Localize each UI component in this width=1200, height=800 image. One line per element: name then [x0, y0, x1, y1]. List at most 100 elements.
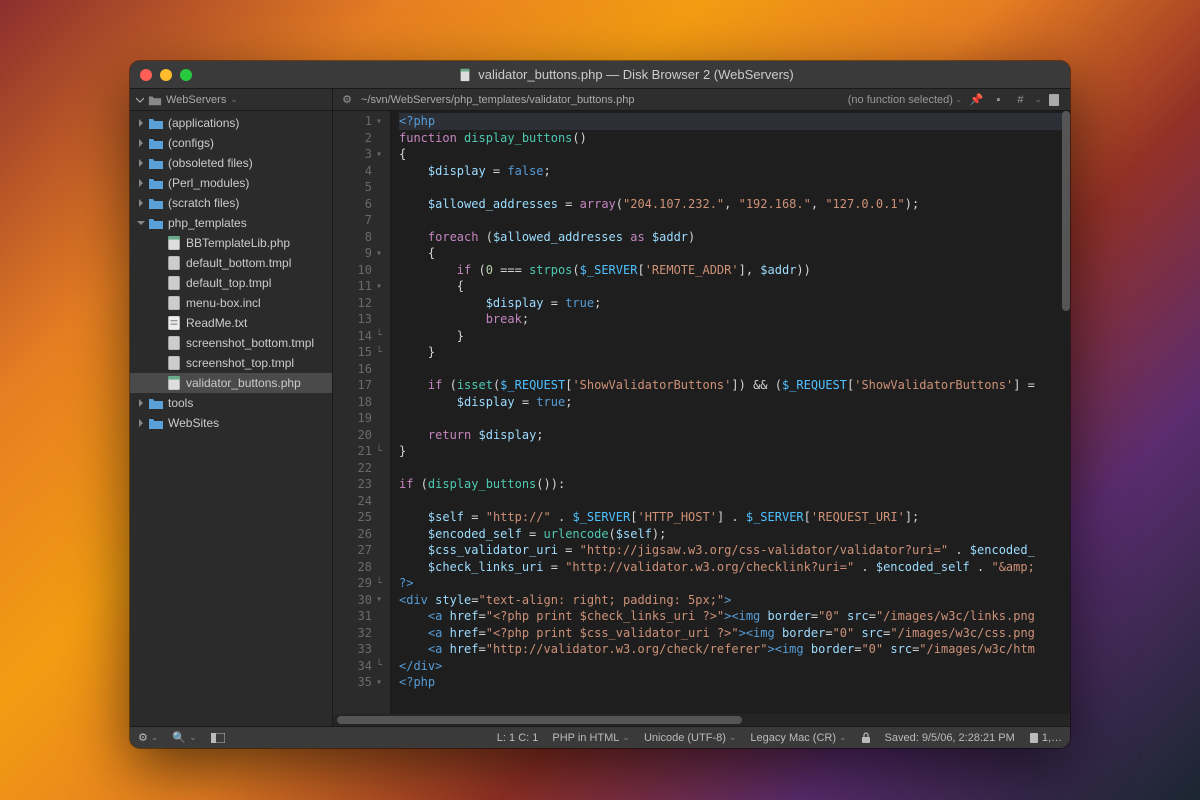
gutter-line[interactable]: 28: [333, 559, 390, 576]
gutter-line[interactable]: 20: [333, 427, 390, 444]
gutter-line[interactable]: 19: [333, 410, 390, 427]
gutter-line[interactable]: 27: [333, 542, 390, 559]
disclosure-triangle[interactable]: [152, 298, 162, 308]
minimize-button[interactable]: [160, 69, 172, 81]
fold-indicator[interactable]: ▾: [372, 677, 386, 688]
code-line[interactable]: }: [399, 344, 1070, 361]
code-line[interactable]: ?>: [399, 575, 1070, 592]
gutter-line[interactable]: 23: [333, 476, 390, 493]
gutter-line[interactable]: 21└: [333, 443, 390, 460]
lock-icon[interactable]: [861, 732, 871, 744]
gutter-line[interactable]: 8: [333, 229, 390, 246]
gutter-line[interactable]: 33: [333, 641, 390, 658]
code-line[interactable]: }: [399, 443, 1070, 460]
disclosure-triangle[interactable]: [152, 378, 162, 388]
file-item[interactable]: screenshot_top.tmpl: [130, 353, 332, 373]
file-item[interactable]: menu-box.incl: [130, 293, 332, 313]
disclosure-triangle[interactable]: [152, 318, 162, 328]
gutter-line[interactable]: 22: [333, 460, 390, 477]
horizontal-scrollbar[interactable]: [333, 714, 1070, 726]
folder-item[interactable]: (configs): [130, 133, 332, 153]
gutter-line[interactable]: 34└: [333, 658, 390, 675]
code-line[interactable]: $encoded_self = urlencode($self);: [399, 526, 1070, 543]
folder-item[interactable]: tools: [130, 393, 332, 413]
document-icon[interactable]: [1048, 93, 1064, 107]
disclosure-triangle[interactable]: [136, 138, 146, 148]
code-line[interactable]: </div>: [399, 658, 1070, 675]
code-line[interactable]: if (0 === strpos($_SERVER['REMOTE_ADDR']…: [399, 262, 1070, 279]
code-line[interactable]: }: [399, 328, 1070, 345]
gutter-line[interactable]: 9▾: [333, 245, 390, 262]
encoding-selector[interactable]: Unicode (UTF-8) ⌄: [644, 732, 736, 744]
gutter-line[interactable]: 12: [333, 295, 390, 312]
gutter-line[interactable]: 2: [333, 130, 390, 147]
gutter-line[interactable]: 13: [333, 311, 390, 328]
fold-indicator[interactable]: └: [372, 660, 386, 671]
code-line[interactable]: [399, 179, 1070, 196]
vertical-scrollbar[interactable]: [1062, 111, 1070, 311]
file-item[interactable]: validator_buttons.php: [130, 373, 332, 393]
gutter-line[interactable]: 7: [333, 212, 390, 229]
pin-icon[interactable]: 📌: [968, 93, 984, 106]
function-selector[interactable]: (no function selected) ⌄: [848, 94, 963, 106]
file-item[interactable]: default_top.tmpl: [130, 273, 332, 293]
close-button[interactable]: [140, 69, 152, 81]
gutter-line[interactable]: 4: [333, 163, 390, 180]
fold-indicator[interactable]: ▾: [372, 281, 386, 292]
code-line[interactable]: foreach ($allowed_addresses as $addr): [399, 229, 1070, 246]
gutter-line[interactable]: 16: [333, 361, 390, 378]
folder-item[interactable]: (Perl_modules): [130, 173, 332, 193]
fold-indicator[interactable]: ▾: [372, 594, 386, 605]
gutter-line[interactable]: 17: [333, 377, 390, 394]
code-line[interactable]: function display_buttons(): [399, 130, 1070, 147]
code-line[interactable]: <a href="http://validator.w3.org/check/r…: [399, 641, 1070, 658]
code-line[interactable]: <?php: [399, 113, 1070, 130]
folder-item[interactable]: WebSites: [130, 413, 332, 433]
file-item[interactable]: ReadMe.txt: [130, 313, 332, 333]
gutter-line[interactable]: 3▾: [333, 146, 390, 163]
disclosure-triangle[interactable]: [152, 258, 162, 268]
code-line[interactable]: [399, 460, 1070, 477]
code-line[interactable]: [399, 212, 1070, 229]
code-line[interactable]: <?php: [399, 674, 1070, 691]
search-icon[interactable]: 🔍 ⌄: [172, 731, 196, 744]
code-line[interactable]: $display = false;: [399, 163, 1070, 180]
disclosure-triangle[interactable]: [136, 118, 146, 128]
scrollbar-thumb[interactable]: [337, 716, 742, 724]
code-line[interactable]: $check_links_uri = "http://validator.w3.…: [399, 559, 1070, 576]
gear-icon[interactable]: ⚙: [339, 93, 355, 106]
code-line[interactable]: <a href="<?php print $check_links_uri ?>…: [399, 608, 1070, 625]
disclosure-triangle[interactable]: [136, 178, 146, 188]
code-editor[interactable]: <?phpfunction display_buttons(){ $displa…: [391, 111, 1070, 714]
fold-indicator[interactable]: ▾: [372, 248, 386, 259]
fold-indicator[interactable]: ▾: [372, 116, 386, 127]
code-line[interactable]: if (display_buttons()):: [399, 476, 1070, 493]
document-stats-icon[interactable]: 1,…: [1029, 732, 1062, 744]
gutter-line[interactable]: 11▾: [333, 278, 390, 295]
code-line[interactable]: break;: [399, 311, 1070, 328]
gutter-line[interactable]: 30▾: [333, 592, 390, 609]
disclosure-triangle[interactable]: [136, 398, 146, 408]
gutter-line[interactable]: 25: [333, 509, 390, 526]
code-line[interactable]: [399, 493, 1070, 510]
project-selector[interactable]: WebServers ⌄: [130, 89, 333, 110]
code-line[interactable]: $display = true;: [399, 295, 1070, 312]
gutter-line[interactable]: 14└: [333, 328, 390, 345]
disclosure-triangle[interactable]: [136, 198, 146, 208]
gutter-line[interactable]: 15└: [333, 344, 390, 361]
markers-icon[interactable]: #: [1012, 94, 1028, 106]
disclosure-triangle[interactable]: [136, 418, 146, 428]
file-item[interactable]: default_bottom.tmpl: [130, 253, 332, 273]
code-line[interactable]: $css_validator_uri = "http://jigsaw.w3.o…: [399, 542, 1070, 559]
code-line[interactable]: <a href="<?php print $css_validator_uri …: [399, 625, 1070, 642]
counterparts-icon[interactable]: ▪: [990, 94, 1006, 106]
code-line[interactable]: {: [399, 146, 1070, 163]
gutter-line[interactable]: 24: [333, 493, 390, 510]
line-endings-selector[interactable]: Legacy Mac (CR) ⌄: [750, 732, 846, 744]
settings-icon[interactable]: ⚙ ⌄: [138, 731, 158, 744]
gutter-line[interactable]: 5: [333, 179, 390, 196]
disclosure-triangle[interactable]: [152, 358, 162, 368]
code-line[interactable]: if (isset($_REQUEST['ShowValidatorButton…: [399, 377, 1070, 394]
gutter-line[interactable]: 31: [333, 608, 390, 625]
code-line[interactable]: [399, 410, 1070, 427]
